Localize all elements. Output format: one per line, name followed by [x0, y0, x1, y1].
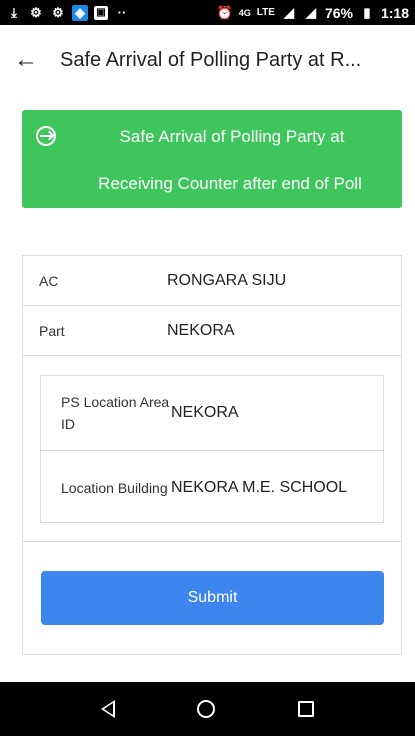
ps-location-value: NEKORA [171, 404, 239, 421]
page-title: Safe Arrival of Polling Party at R... [60, 48, 362, 71]
more-icon: ·· [117, 5, 127, 20]
banner-line-2: Receiving Counter after end of Poll [98, 174, 362, 193]
app-bar: ← Safe Arrival of Polling Party at R... [0, 25, 415, 95]
ac-row: AC RONGARA SIJU [23, 256, 401, 306]
ps-location-row: PS Location Area ID NEKORA [41, 376, 383, 450]
app-icon: ⚙ [30, 4, 42, 20]
signal-icon: ◢ [305, 4, 316, 20]
submit-button[interactable]: Submit [41, 571, 384, 625]
system-nav-bar [0, 682, 415, 736]
clock: 1:18 [380, 4, 409, 21]
status-banner: Safe Arrival of Polling Party at Receivi… [22, 110, 402, 208]
download-icon: ⤓ [11, 4, 17, 20]
location-building-label: Location Building [61, 479, 168, 496]
battery-icon: ▮ [363, 4, 371, 20]
status-bar: ⤓ ⚙ ⚙ ◈ ▣ ·· ⏰ 4G LTE ◢ ◢ 76% ▮ 1:18 [0, 0, 415, 25]
signal-icon: ◢ [283, 4, 294, 20]
ac-value: RONGARA SIJU [167, 271, 287, 289]
battery-percent: 76% [324, 4, 353, 21]
app-icon: ◈ [72, 4, 88, 21]
banner-line-1: Safe Arrival of Polling Party at [119, 127, 345, 146]
back-arrow-icon[interactable]: ← [14, 46, 50, 74]
alarm-icon: ⏰ [216, 4, 233, 20]
nav-back-icon[interactable] [101, 700, 116, 718]
part-label: Part [39, 322, 65, 339]
part-value: NEKORA [167, 321, 235, 339]
nav-home-icon[interactable] [197, 700, 216, 718]
app-icon: ⚙ [52, 4, 64, 20]
location-building-value: NEKORA M.E. SCHOOL [171, 478, 348, 496]
location-table: PS Location Area ID NEKORA Location Buil… [40, 375, 384, 523]
location-section: PS Location Area ID NEKORA Location Buil… [23, 356, 401, 542]
lte-label: LTE [256, 7, 275, 18]
part-row: Part NEKORA [23, 306, 401, 356]
details-card: AC RONGARA SIJU Part NEKORA PS Location … [22, 255, 402, 655]
ps-location-label: PS Location Area ID [61, 394, 170, 432]
ac-label: AC [39, 272, 59, 289]
nav-recent-apps-icon[interactable] [297, 701, 314, 717]
location-building-row: Location Building NEKORA M.E. SCHOOL [41, 450, 383, 524]
network-label: 4G [238, 7, 251, 18]
image-icon: ▣ [94, 5, 108, 20]
